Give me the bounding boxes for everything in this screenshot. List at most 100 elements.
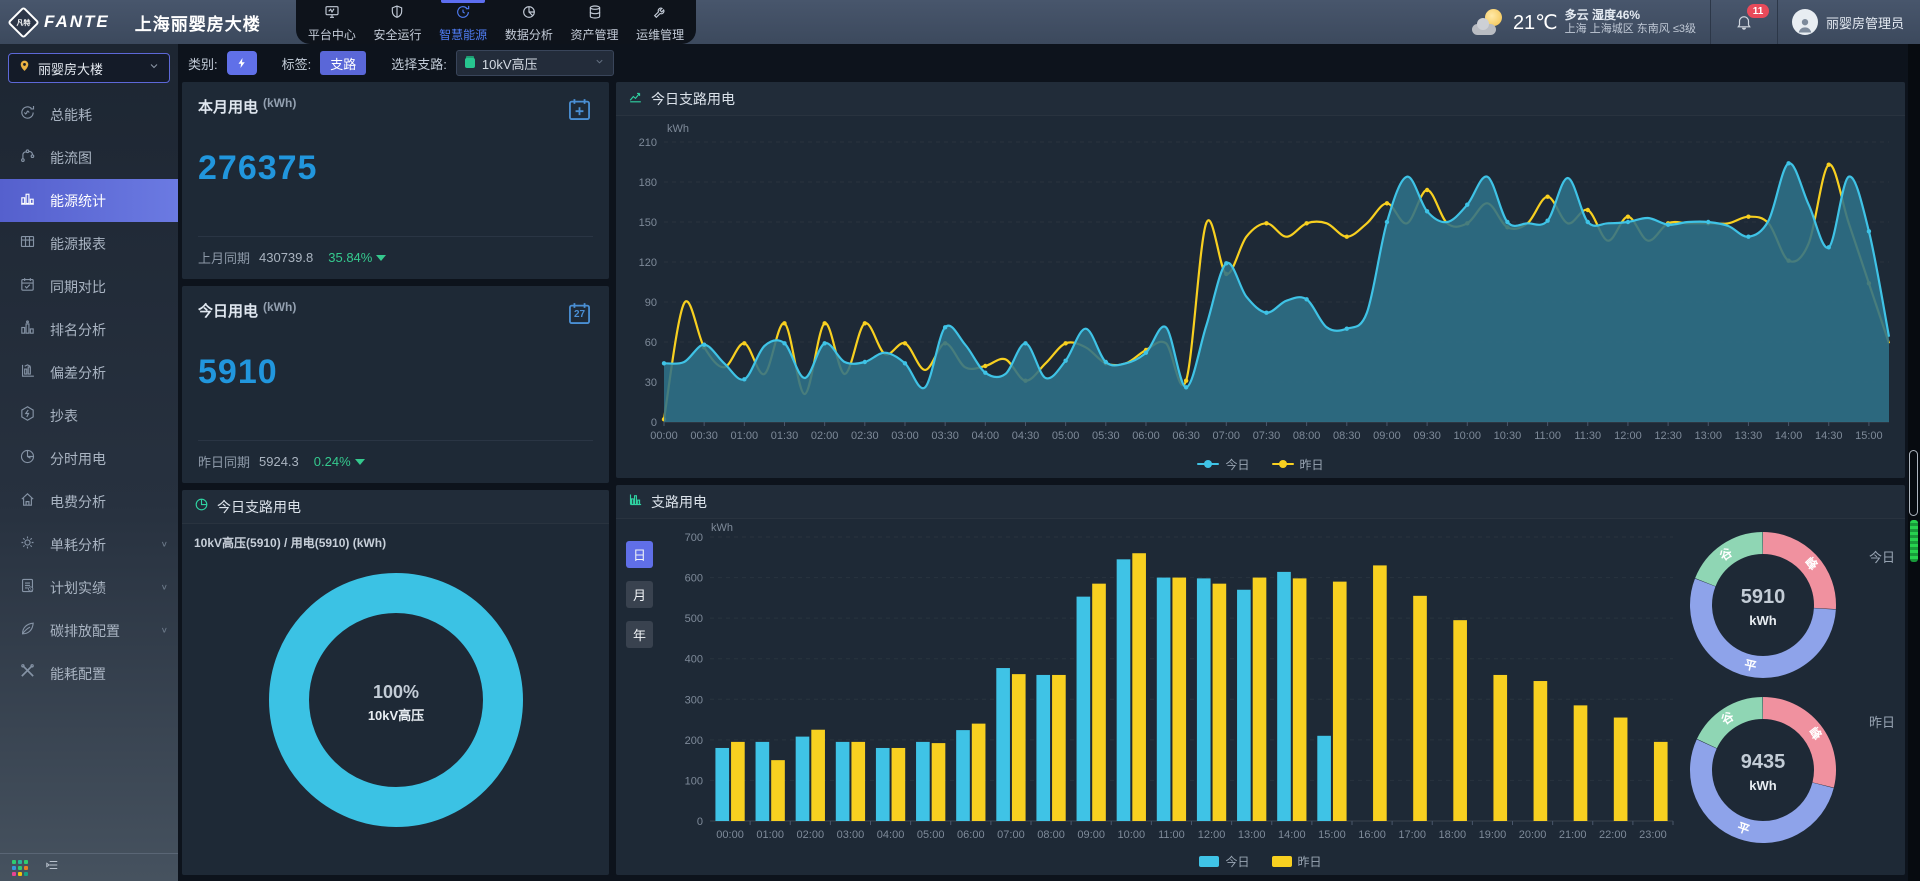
period-toggle-group: 日月年 (616, 519, 664, 847)
legend-label: 昨日 (1300, 456, 1324, 473)
svg-text:03:00: 03:00 (837, 829, 865, 841)
legend-label: 今日 (1225, 853, 1249, 870)
category-electricity-button[interactable] (227, 51, 257, 75)
nav-asset[interactable]: 资产管理 (567, 0, 623, 44)
sidebar-item-home[interactable]: 电费分析 (0, 480, 178, 523)
svg-text:12:00: 12:00 (1198, 829, 1226, 841)
chevron-down-icon: ∨ (161, 626, 168, 635)
legend-marker (1199, 856, 1219, 867)
sidebar-item-deviation[interactable]: 偏差分析 (0, 351, 178, 394)
nav-label: 数据分析 (505, 26, 553, 43)
svg-text:01:00: 01:00 (731, 430, 759, 442)
yesterday-donut-label: 昨日 (1869, 712, 1895, 731)
sidebar-item-stats[interactable]: 能源统计 (0, 179, 178, 222)
sidebar-item-label: 同期对比 (50, 277, 168, 297)
ops-icon (652, 4, 668, 25)
svg-text:08:30: 08:30 (1333, 430, 1361, 442)
notification-badge: 11 (1747, 4, 1769, 18)
sidebar-item-gear[interactable]: 单耗分析 ∨ (0, 523, 178, 566)
sidebar-item-label: 计划实绩 (50, 578, 147, 598)
today-donut-label: 今日 (1869, 547, 1895, 566)
apps-grid-icon[interactable] (12, 860, 28, 876)
page-scrollbar[interactable] (1908, 44, 1920, 881)
svg-text:13:30: 13:30 (1735, 430, 1763, 442)
branch-value: 10kV高压 (482, 54, 587, 73)
today-branch-line-card: 今日支路用电 0306090120150180210kWh00:0000:300… (616, 82, 1905, 478)
sidebar-item-plan[interactable]: 计划实绩∨ (0, 566, 178, 609)
building-name: 丽婴房大楼 (38, 59, 141, 78)
meter-icon (19, 405, 36, 427)
legend-item-今日[interactable]: 今日 (1197, 456, 1249, 473)
svg-text:kWh: kWh (1749, 613, 1777, 628)
sidebar-item-rank[interactable]: 排名分析 (0, 308, 178, 351)
svg-text:07:30: 07:30 (1253, 430, 1281, 442)
sidebar-item-label: 单耗分析 (50, 535, 147, 555)
tou-donut-panel: 峰平谷5910kWh 今日 峰平谷9435kWh 昨日 (1683, 519, 1905, 847)
sidebar-item-label: 排名分析 (50, 320, 168, 340)
sidebar-item-calendar[interactable]: 同期对比 (0, 265, 178, 308)
legend-item-昨日[interactable]: 昨日 (1272, 456, 1324, 473)
nav-label: 资产管理 (571, 26, 619, 43)
sidebar-item-label: 分时用电 (50, 449, 168, 469)
weather-detail: 上海 上海城区 东南风 ≤3级 (1565, 23, 1696, 37)
legend-item-今日[interactable]: 今日 (1199, 853, 1249, 870)
sidebar-item-label: 总能耗 (50, 105, 168, 125)
sidebar-item-label: 电费分析 (50, 492, 168, 512)
notifications-button[interactable]: 11 (1711, 13, 1777, 31)
period-toggle-日[interactable]: 日 (626, 541, 653, 568)
sidebar: 丽婴房大楼 总能耗能流图能源统计能源报表同期对比排名分析偏差分析抄表分时用电电费… (0, 44, 178, 881)
calendar-plus-icon[interactable] (566, 96, 593, 123)
nav-data[interactable]: 数据分析 (501, 0, 557, 44)
svg-text:10kV高压: 10kV高压 (367, 708, 423, 723)
svg-text:18:00: 18:00 (1439, 829, 1467, 841)
nav-ops[interactable]: 运维管理 (632, 0, 688, 44)
nav-platform[interactable]: 平台中心 (304, 0, 360, 44)
period-toggle-年[interactable]: 年 (626, 621, 653, 648)
sidebar-item-timepie[interactable]: 分时用电 (0, 437, 178, 480)
today-card-title: 今日用电 (198, 300, 258, 321)
building-select[interactable]: 丽婴房大楼 (8, 53, 170, 83)
sidebar-item-recycle[interactable]: 总能耗 (0, 93, 178, 136)
legend-item-昨日[interactable]: 昨日 (1272, 853, 1322, 870)
branch-share-donut-chart: 100%10kV高压 (251, 555, 541, 845)
svg-text:01:30: 01:30 (771, 430, 799, 442)
chevron-down-icon: ∨ (161, 540, 168, 549)
sidebar-item-meter[interactable]: 抄表 (0, 394, 178, 437)
calendar-day-icon[interactable]: 27 (566, 300, 593, 327)
asset-icon (587, 4, 603, 25)
svg-text:60: 60 (645, 337, 657, 349)
scrollbar-thumb-outline[interactable] (1909, 450, 1918, 516)
sidebar-item-leaf[interactable]: 碳排放配置∨ (0, 609, 178, 652)
svg-text:09:00: 09:00 (1077, 829, 1105, 841)
month-change-percent[interactable]: 35.84% (328, 250, 386, 265)
svg-text:17:00: 17:00 (1398, 829, 1426, 841)
page-title: 上海丽婴房大楼 (135, 10, 261, 35)
svg-text:5910: 5910 (1741, 586, 1786, 608)
today-change-percent[interactable]: 0.24% (314, 454, 365, 469)
legend-marker (1272, 463, 1294, 465)
nav-energy[interactable]: 智慧能源 (435, 0, 491, 44)
svg-text:11:00: 11:00 (1158, 829, 1185, 841)
period-toggle-月[interactable]: 月 (626, 581, 653, 608)
today-tou-donut-chart: 峰平谷5910kWh (1683, 525, 1843, 685)
svg-text:11:00: 11:00 (1534, 430, 1561, 442)
scrollbar-thumb[interactable] (1910, 520, 1918, 562)
user-menu[interactable]: 丽婴房管理员 (1778, 9, 1920, 35)
month-usage-card: 本月用电 (kWh) 276375 上月同期 430739.8 35.84% (182, 82, 609, 279)
svg-text:15:00: 15:00 (1855, 430, 1883, 442)
nav-safety[interactable]: 安全运行 (370, 0, 426, 44)
sidebar-item-label: 能源统计 (50, 191, 168, 211)
sidebar-menu: 总能耗能流图能源统计能源报表同期对比排名分析偏差分析抄表分时用电电费分析单耗分析… (0, 93, 178, 853)
nav-label: 运维管理 (636, 26, 684, 43)
collapse-menu-icon[interactable] (44, 858, 60, 877)
branch-select[interactable]: 10kV高压 (456, 50, 614, 76)
month-compare-label: 上月同期 (198, 248, 250, 267)
today-branch-donut-card: 今日支路用电 10kV高压(5910) / 用电(5910) (kWh) 100… (182, 490, 609, 875)
svg-text:400: 400 (685, 654, 703, 666)
sidebar-item-table[interactable]: 能源报表 (0, 222, 178, 265)
tag-branch-button[interactable]: 支路 (320, 51, 366, 75)
tag-label: 标签: (282, 54, 312, 73)
sidebar-item-config[interactable]: 能耗配置 (0, 652, 178, 695)
sidebar-item-flow[interactable]: 能流图 (0, 136, 178, 179)
calendar-day-number: 27 (566, 309, 593, 320)
